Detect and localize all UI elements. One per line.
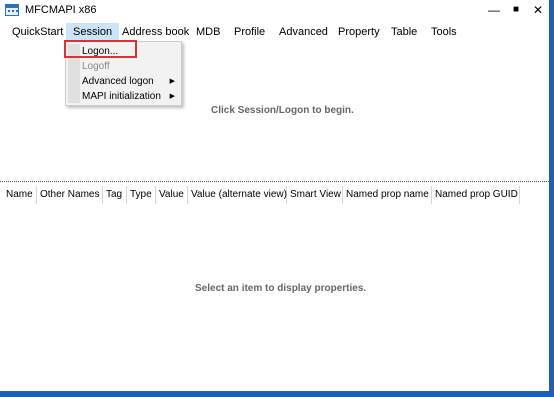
- menu-tools[interactable]: Tools: [424, 23, 464, 42]
- submenu-arrow-icon: ▶: [169, 93, 175, 100]
- maximize-button[interactable]: ■: [508, 2, 524, 18]
- column-value[interactable]: Value: [156, 186, 188, 204]
- pane-splitter[interactable]: [0, 181, 549, 182]
- menu-item-logoff[interactable]: Logoff: [82, 59, 110, 74]
- column-named-prop-guid[interactable]: Named prop GUID: [432, 186, 520, 204]
- logon-highlight-box: [64, 40, 137, 58]
- app-icon: [5, 4, 19, 16]
- column-type[interactable]: Type: [127, 186, 156, 204]
- window-title: MFCMAPI x86: [25, 4, 97, 16]
- taskbar: [0, 391, 554, 397]
- column-value-alternate[interactable]: Value (alternate view): [188, 186, 287, 204]
- submenu-arrow-icon: ▶: [169, 78, 175, 85]
- menu-table[interactable]: Table: [384, 23, 424, 42]
- menu-mdb[interactable]: MDB: [189, 23, 227, 42]
- minimize-button[interactable]: —: [486, 2, 502, 18]
- menu-property[interactable]: Property: [331, 23, 387, 42]
- menu-profile[interactable]: Profile: [227, 23, 272, 42]
- column-name[interactable]: Name: [3, 186, 37, 204]
- menu-item-mapi-initialization[interactable]: MAPI initialization: [82, 89, 161, 104]
- column-named-prop-name[interactable]: Named prop name: [343, 186, 432, 204]
- title-bar[interactable]: MFCMAPI x86 — ■ ✕: [0, 0, 549, 22]
- top-pane-hint: Click Session/Logon to begin.: [211, 105, 354, 116]
- column-tag[interactable]: Tag: [103, 186, 127, 204]
- column-other-names[interactable]: Other Names: [37, 186, 103, 204]
- menu-quickstart[interactable]: QuickStart: [5, 23, 70, 42]
- close-button[interactable]: ✕: [530, 2, 546, 18]
- menu-advanced[interactable]: Advanced: [272, 23, 335, 42]
- desktop-edge: [549, 0, 554, 391]
- column-smart-view[interactable]: Smart View: [287, 186, 343, 204]
- menu-item-advanced-logon[interactable]: Advanced logon: [82, 74, 154, 89]
- property-pane-hint: Select an item to display properties.: [195, 283, 367, 294]
